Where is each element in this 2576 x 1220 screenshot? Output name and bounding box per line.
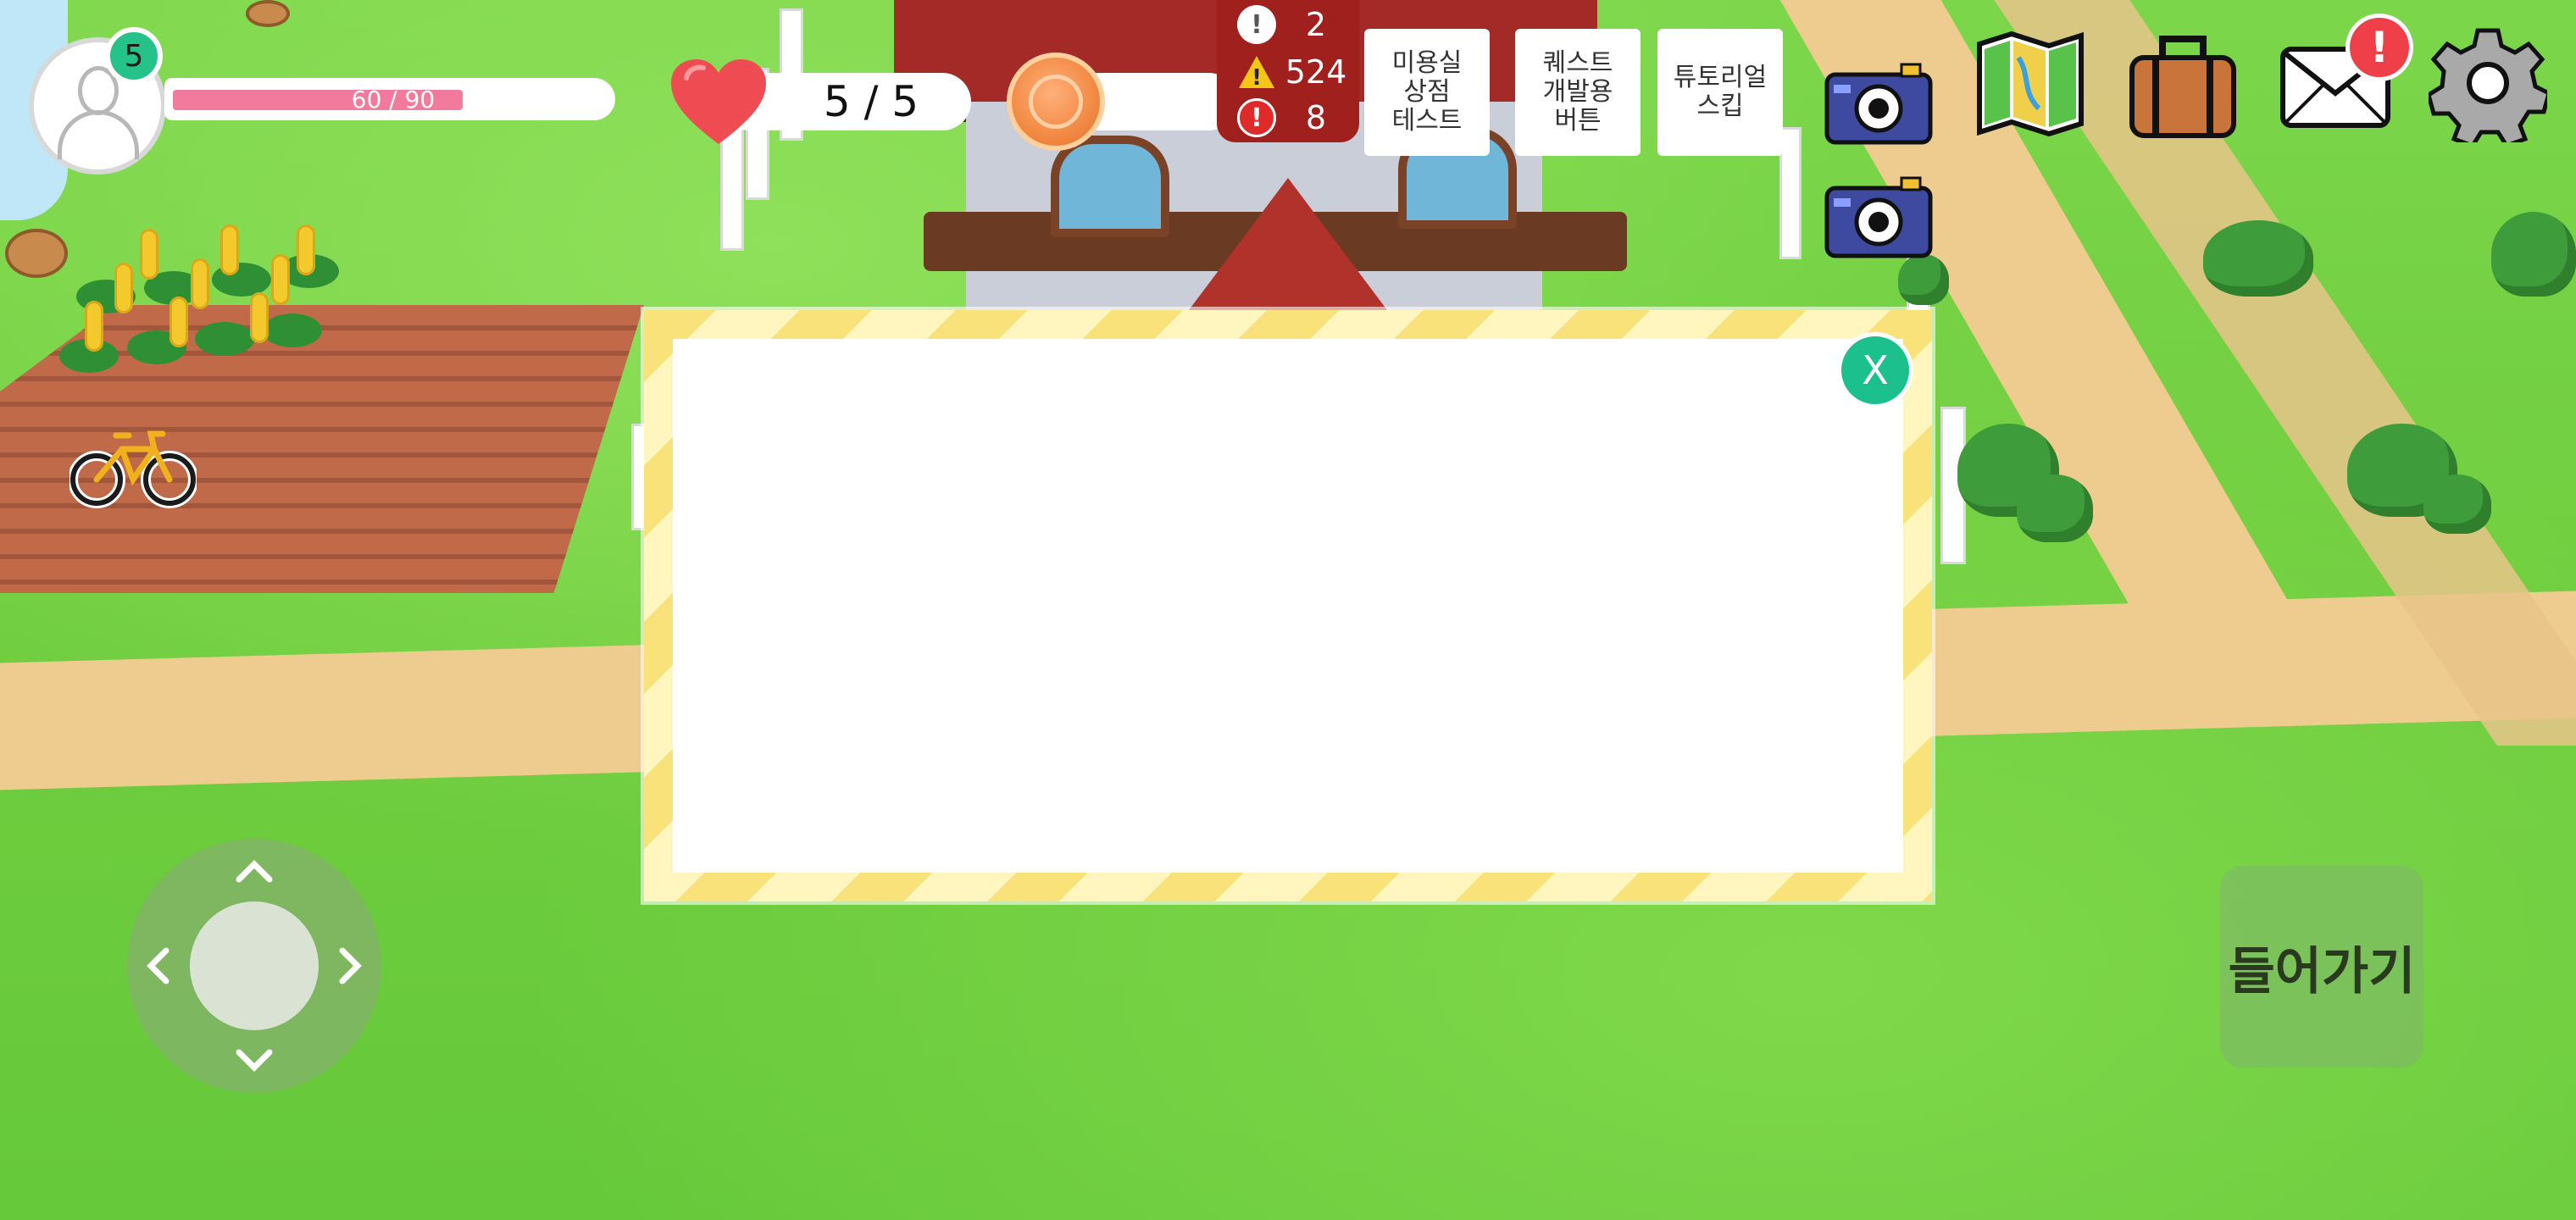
alert-row-error: ! 8 [1237,97,1356,139]
close-button[interactable]: X [1837,332,1913,408]
chevron-right-icon [325,940,376,991]
alert-value: 8 [1305,99,1327,136]
chevron-left-icon [132,940,183,991]
quest-dev-button[interactable]: 퀘스트 개발용 버튼 [1515,29,1641,156]
bicycle-icon[interactable] [69,415,197,517]
heart-icon [671,59,766,144]
alert-row-warning: ! 524 [1237,51,1356,93]
hp-text: 60 / 90 [351,86,436,114]
camera-icon[interactable] [1824,59,1934,147]
map-icon[interactable] [1971,24,2090,142]
bush [1898,254,1949,305]
bag-icon[interactable] [2124,24,2242,142]
coin-icon [1007,53,1105,151]
bush [2203,220,2313,297]
mail-notification-badge: ! [2346,14,2413,81]
error-icon: ! [1237,98,1276,137]
bush [2491,212,2576,297]
tree-stump [246,0,290,27]
gear-icon[interactable] [2429,24,2547,142]
popup-dialog [644,310,1932,901]
svg-text:!: ! [1252,65,1262,90]
chevron-up-icon [229,846,280,896]
tree-stump [5,229,68,278]
joystick-knob[interactable] [190,901,319,1030]
bush [2423,474,2491,534]
enter-button[interactable]: 들어가기 [2220,866,2423,1068]
alert-counter-panel[interactable]: ! 2 ! 524 ! 8 [1217,0,1359,142]
chevron-down-icon [229,1035,280,1086]
hp-bar: 60 / 90 [164,78,615,120]
virtual-joystick[interactable] [127,839,381,1093]
alert-value: 524 [1285,53,1347,91]
alert-row-info: ! 2 [1237,3,1356,46]
alert-value: 2 [1305,6,1327,43]
dialog-content [673,339,1903,873]
bush [2017,474,2093,542]
level-badge: 5 [105,27,163,85]
beauty-shop-test-button[interactable]: 미용실 상점 테스트 [1364,29,1490,156]
tutorial-skip-button[interactable]: 튜토리얼 스킵 [1657,29,1783,156]
house-window [1051,136,1169,237]
info-icon: ! [1237,5,1276,44]
warning-icon: ! [1237,53,1276,92]
camera-icon[interactable] [1824,173,1934,261]
